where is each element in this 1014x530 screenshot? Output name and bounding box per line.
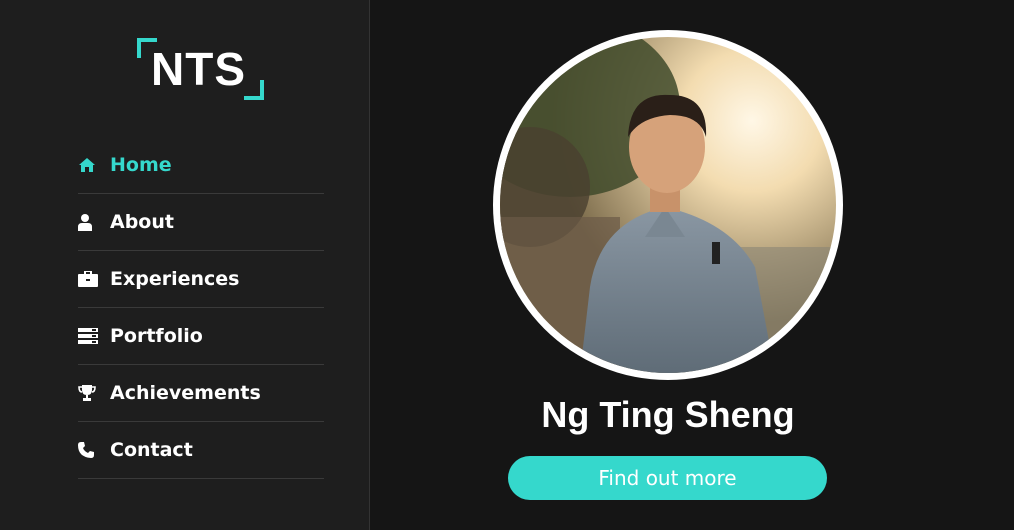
nav-item-home[interactable]: Home <box>78 137 324 194</box>
nav-item-label: Experiences <box>110 268 240 290</box>
main-nav: Home About Experiences Portfolio Achieve… <box>78 137 324 479</box>
phone-icon <box>78 440 102 460</box>
nav-item-label: Contact <box>110 439 193 461</box>
nav-item-portfolio[interactable]: Portfolio <box>78 308 324 365</box>
briefcase-icon <box>78 269 102 289</box>
user-icon <box>78 212 102 232</box>
nav-item-contact[interactable]: Contact <box>78 422 324 479</box>
logo[interactable]: NTS <box>137 38 264 100</box>
trophy-icon <box>78 383 102 403</box>
logo-text: NTS <box>151 43 246 95</box>
avatar <box>493 30 843 380</box>
profile-photo <box>500 37 836 373</box>
nav-item-label: Portfolio <box>110 325 203 347</box>
nav-item-label: Home <box>110 154 172 176</box>
nav-item-achievements[interactable]: Achievements <box>78 365 324 422</box>
nav-item-label: Achievements <box>110 382 261 404</box>
server-icon <box>78 326 102 346</box>
hero-section: Ng Ting Sheng Find out more <box>371 0 1014 530</box>
nav-item-about[interactable]: About <box>78 194 324 251</box>
sidebar: NTS Home About Experiences Portfolio Ach… <box>0 0 370 530</box>
nav-item-experiences[interactable]: Experiences <box>78 251 324 308</box>
home-icon <box>78 155 102 175</box>
find-out-more-button[interactable]: Find out more <box>508 456 827 500</box>
profile-name: Ng Ting Sheng <box>541 394 795 435</box>
logo-corner-bottom-right <box>244 80 264 100</box>
nav-item-label: About <box>110 211 174 233</box>
